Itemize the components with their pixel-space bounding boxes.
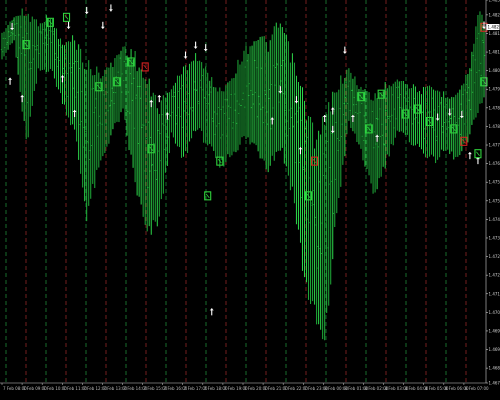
price-tick-label: 1.47435 (489, 217, 500, 222)
price-tick-label: 1.46910 (489, 347, 500, 352)
price-tick-label: 1.47285 (489, 254, 500, 259)
price-tick-label: 1.47135 (489, 291, 500, 296)
current-price-label: 1.48211 (488, 25, 500, 30)
price-tick-label: 1.46985 (489, 328, 500, 333)
price-tick-label: 1.47660 (489, 161, 500, 166)
price-tick-label: 1.48320 (489, 0, 500, 3)
price-tick-label: 1.46775 (489, 381, 500, 386)
price-tick-label: 1.47960 (489, 87, 500, 92)
price-tick-label: 1.48260 (489, 12, 500, 17)
price-tick-label: 1.47060 (489, 310, 500, 315)
forex-chart[interactable]: 1.48320 1.48260 1.48185 1.48110 1.48035 1.479… (0, 0, 500, 400)
price-tick-label: 1.48185 (489, 31, 500, 36)
price-tick-label: 1.47585 (489, 180, 500, 185)
price-tick-label: 1.47510 (489, 198, 500, 203)
price-tick-label: 1.47810 (489, 124, 500, 129)
price-chart-canvas[interactable]: 1.48320 1.48260 1.48185 1.48110 1.48035 1.479… (0, 0, 500, 400)
price-tick-label: 1.47885 (489, 105, 500, 110)
price-tick-label: 1.46835 (489, 366, 500, 371)
price-tick-label: 1.48110 (489, 50, 500, 55)
price-tick-label: 1.47210 (489, 273, 500, 278)
time-tick-label: 8 Feb 07:00 (465, 386, 489, 391)
price-tick-label: 1.47735 (489, 143, 500, 148)
price-tick-label: 1.47360 (489, 235, 500, 240)
price-tick-label: 1.48035 (489, 68, 500, 73)
